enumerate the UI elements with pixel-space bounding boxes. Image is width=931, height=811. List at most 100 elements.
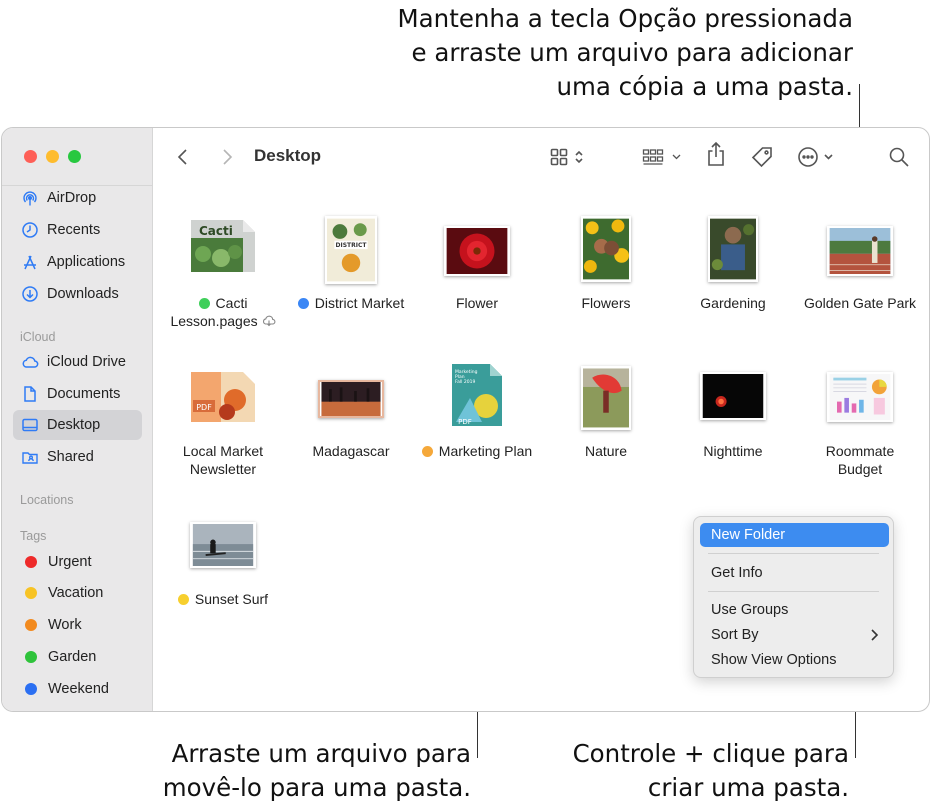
sidebar-item-shared[interactable]: Shared — [13, 442, 142, 472]
tag-color-dot — [25, 619, 37, 631]
sidebar-item-desktop[interactable]: Desktop — [13, 410, 142, 440]
window-controls — [24, 150, 81, 163]
sidebar-item-label: Garden — [48, 649, 97, 665]
sidebar-section-tags: Tags — [20, 529, 47, 543]
sidebar-item-label: Desktop — [47, 417, 101, 433]
menu-item-show-view-options[interactable]: Show View Options — [700, 648, 889, 672]
sidebar-item-downloads[interactable]: Downloads — [13, 279, 142, 309]
minimize-button[interactable] — [46, 150, 59, 163]
menu-item-use-groups[interactable]: Use Groups — [700, 598, 889, 622]
sidebar-item-label: AirDrop — [47, 190, 97, 206]
sidebar-tag-vacation[interactable]: Vacation — [13, 578, 142, 608]
file-name: Madagascar — [312, 443, 390, 459]
file-name: Marketing Plan — [413, 442, 541, 460]
icon-view-icon — [550, 148, 583, 166]
file-item[interactable]: Flowers — [542, 204, 670, 334]
sidebar-item-label: Recents — [47, 222, 101, 238]
file-name: Nighttime — [703, 443, 763, 459]
file-name: Flower — [455, 295, 498, 311]
tag-icon — [751, 147, 772, 168]
sidebar-item-recents[interactable]: Recents — [13, 215, 142, 245]
more-actions-button[interactable] — [797, 145, 839, 169]
pages-document-icon: Cacti — [191, 220, 255, 272]
file-item[interactable]: Roommate Budget — [796, 352, 924, 482]
sidebar-section-locations: Locations — [20, 493, 74, 507]
file-item[interactable]: Gardening — [669, 204, 797, 334]
sidebar-tag-weekend[interactable]: Weekend — [13, 674, 142, 704]
sidebar-item-documents[interactable]: Documents — [13, 379, 142, 409]
thumb-text: Cacti — [199, 224, 233, 238]
tag-color-dot — [25, 587, 37, 599]
forward-button[interactable] — [220, 145, 234, 169]
clock-icon — [22, 222, 38, 238]
file-item[interactable]: Nature — [542, 352, 670, 482]
sidebar-tag-work[interactable]: Work — [13, 610, 142, 640]
tags-button[interactable] — [750, 145, 774, 169]
sidebar-item-label: Vacation — [48, 585, 104, 601]
sidebar-tag-urgent[interactable]: Urgent — [13, 547, 142, 577]
desktop-icon — [22, 418, 38, 432]
sunset-surf-thumbnail — [190, 522, 256, 568]
search-button[interactable] — [888, 145, 910, 169]
file-item[interactable]: PDF Local Market Newsletter — [159, 352, 287, 482]
tag-color-dot — [25, 556, 37, 568]
sidebar-item-label: Shared — [47, 449, 94, 465]
sidebar-item-label: Applications — [47, 254, 126, 270]
madagascar-thumbnail — [318, 380, 384, 418]
tag-dot — [177, 594, 189, 605]
file-name-line2: Lesson.pages — [159, 312, 287, 330]
share-icon — [708, 141, 724, 166]
menu-separator — [708, 591, 879, 592]
sidebar-tag-garden[interactable]: Garden — [13, 642, 142, 672]
tag-dot — [421, 446, 433, 457]
flowers-thumbnail — [581, 216, 631, 282]
back-button[interactable] — [176, 145, 190, 169]
gardening-thumbnail — [708, 216, 758, 282]
file-item[interactable]: Nighttime — [669, 352, 797, 482]
file-name: Sunset Surf — [159, 590, 287, 608]
file-item[interactable]: Marketing Plan Fall 2019 PDF Marketing Pla… — [413, 352, 541, 482]
tag-dot — [198, 298, 210, 309]
thumb-text: PDF — [196, 403, 212, 412]
file-item[interactable]: Golden Gate Park — [796, 204, 924, 334]
local-market-pdf-icon: PDF — [191, 372, 255, 422]
airdrop-icon — [23, 191, 37, 206]
nighttime-thumbnail — [700, 372, 766, 420]
view-mode-button[interactable] — [550, 145, 590, 169]
sidebar-item-applications[interactable]: Applications — [13, 247, 142, 277]
sidebar-item-label: Work — [48, 617, 82, 633]
file-name: Flowers — [581, 295, 631, 311]
file-item[interactable]: Madagascar — [287, 352, 415, 482]
tag-color-dot — [25, 683, 37, 695]
sidebar-item-airdrop[interactable]: AirDrop — [13, 183, 142, 213]
file-item[interactable]: Sunset Surf — [159, 500, 287, 630]
menu-item-sort-by[interactable]: Sort By — [700, 623, 889, 647]
sidebar-item-icloud-drive[interactable]: iCloud Drive — [13, 347, 142, 377]
download-icon — [22, 286, 38, 302]
callout-option-drag-copy: Mantenha a tecla Opção pressionada e arr… — [397, 4, 853, 101]
sidebar-item-label: Urgent — [48, 554, 92, 570]
file-name: Local Market — [182, 443, 264, 459]
file-item[interactable]: Cacti Cacti Lesson.pages — [159, 204, 287, 334]
menu-item-new-folder[interactable]: New Folder — [700, 523, 889, 547]
sidebar-item-label: Downloads — [47, 286, 119, 302]
group-button[interactable] — [642, 145, 686, 169]
flower-thumbnail — [444, 226, 510, 276]
toolbar: Desktop — [154, 128, 929, 186]
district-market-thumbnail: DISTRICT — [325, 216, 377, 284]
sidebar-item-label: iCloud Drive — [47, 354, 126, 370]
file-name-line2: Newsletter — [189, 461, 257, 477]
thumb-text: PDF — [458, 418, 472, 426]
callout-control-click-folder: Controle + clique para criar uma pasta. — [572, 739, 849, 802]
sidebar-item-label: Documents — [47, 386, 121, 402]
menu-item-get-info[interactable]: Get Info — [700, 561, 889, 585]
file-name: Gardening — [700, 295, 766, 311]
file-name: Golden Gate Park — [803, 295, 917, 311]
file-item[interactable]: Flower — [413, 204, 541, 334]
sidebar-section-icloud: iCloud — [20, 330, 56, 344]
file-item[interactable]: DISTRICT District Market — [287, 204, 415, 334]
zoom-button[interactable] — [68, 150, 81, 163]
share-button[interactable] — [706, 141, 726, 166]
close-button[interactable] — [24, 150, 37, 163]
file-name: Cacti — [159, 294, 287, 312]
